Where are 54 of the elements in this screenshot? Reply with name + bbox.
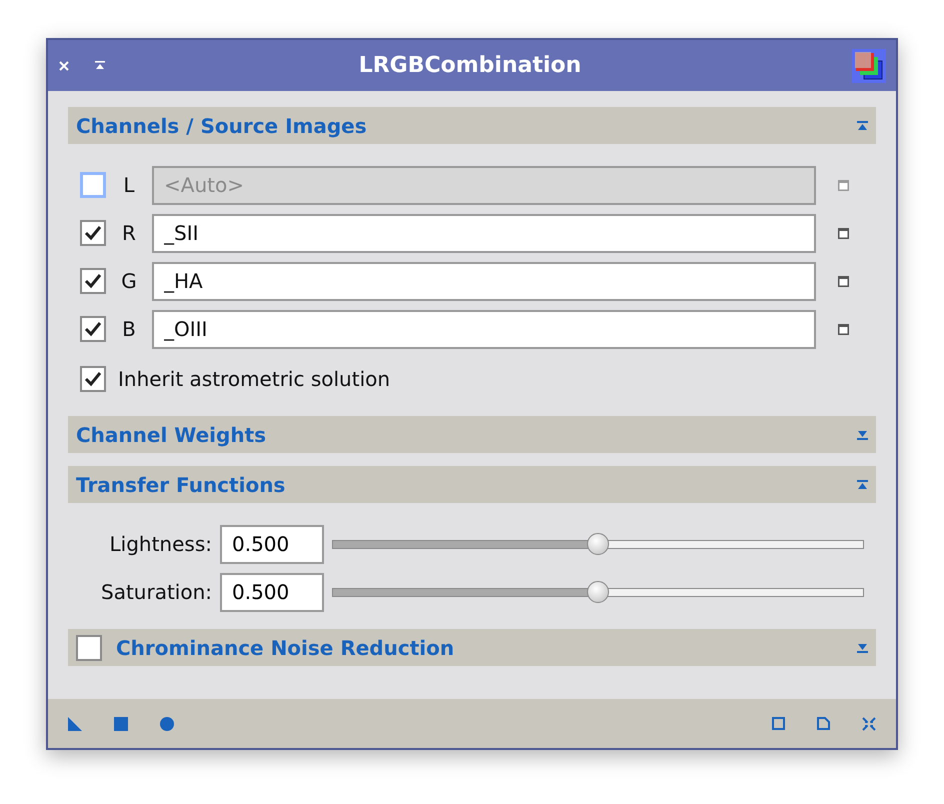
select-view-button[interactable]: [838, 276, 849, 286]
circle-icon: [160, 716, 174, 730]
close-button[interactable]: [58, 60, 70, 72]
check-icon: [84, 273, 102, 289]
value-field[interactable]: 0.500: [220, 524, 324, 564]
check-icon: [84, 321, 102, 337]
window-title: LRGBCombination: [358, 52, 582, 80]
collapse-arrows-icon: [862, 716, 876, 730]
checkbox[interactable]: [80, 316, 106, 342]
checkbox[interactable]: [80, 268, 106, 294]
collapse-icon: [94, 60, 106, 70]
toggle-button[interactable]: [857, 120, 868, 130]
reset-button[interactable]: [862, 716, 876, 730]
checkbox[interactable]: [80, 366, 106, 392]
channel-label: B: [121, 316, 137, 343]
new-instance-button[interactable]: [68, 716, 82, 730]
triangle-icon: [68, 716, 82, 730]
browse-doc-button[interactable]: [817, 717, 830, 730]
toggle-button[interactable]: [857, 430, 868, 440]
check-icon: [84, 225, 102, 241]
shade-button[interactable]: [94, 60, 106, 70]
channel-label: R: [121, 220, 137, 247]
document-icon: [817, 717, 830, 730]
image-field[interactable]: _OIII: [152, 310, 816, 348]
checkbox[interactable]: [76, 634, 102, 660]
app-icon: [852, 48, 886, 82]
option-label: Inherit astrometric solution: [118, 366, 390, 393]
select-view-button[interactable]: [838, 324, 849, 334]
slider-track[interactable]: [332, 588, 864, 596]
preview-button[interactable]: [772, 717, 785, 730]
value-field[interactable]: 0.500: [220, 572, 324, 612]
image-field[interactable]: _SII: [152, 214, 816, 252]
check-icon: [84, 371, 102, 387]
select-view-button[interactable]: [838, 228, 849, 238]
slider-track[interactable]: [332, 540, 864, 548]
channel-label: G: [120, 268, 138, 295]
channel-label: L: [122, 172, 136, 199]
close-icon: [58, 60, 70, 72]
section-title: Chrominance Noise Reduction: [116, 634, 454, 662]
section-title: Channel Weights: [76, 422, 266, 448]
slider-label: Saturation:: [100, 579, 213, 606]
section-title: Channels / Source Images: [76, 112, 367, 140]
apply-global-button[interactable]: [114, 716, 128, 730]
slider-thumb[interactable]: [587, 581, 609, 603]
section-title: Transfer Functions: [76, 472, 286, 498]
square-icon: [114, 716, 128, 730]
image-field[interactable]: _HA: [152, 262, 816, 300]
toggle-button[interactable]: [857, 642, 868, 652]
slider-thumb[interactable]: [587, 533, 609, 555]
square-outline-icon: [772, 717, 785, 730]
checkbox[interactable]: [80, 220, 106, 246]
slider-label: Lightness:: [108, 531, 213, 558]
toggle-button[interactable]: [857, 480, 868, 490]
apply-button[interactable]: [160, 716, 174, 730]
